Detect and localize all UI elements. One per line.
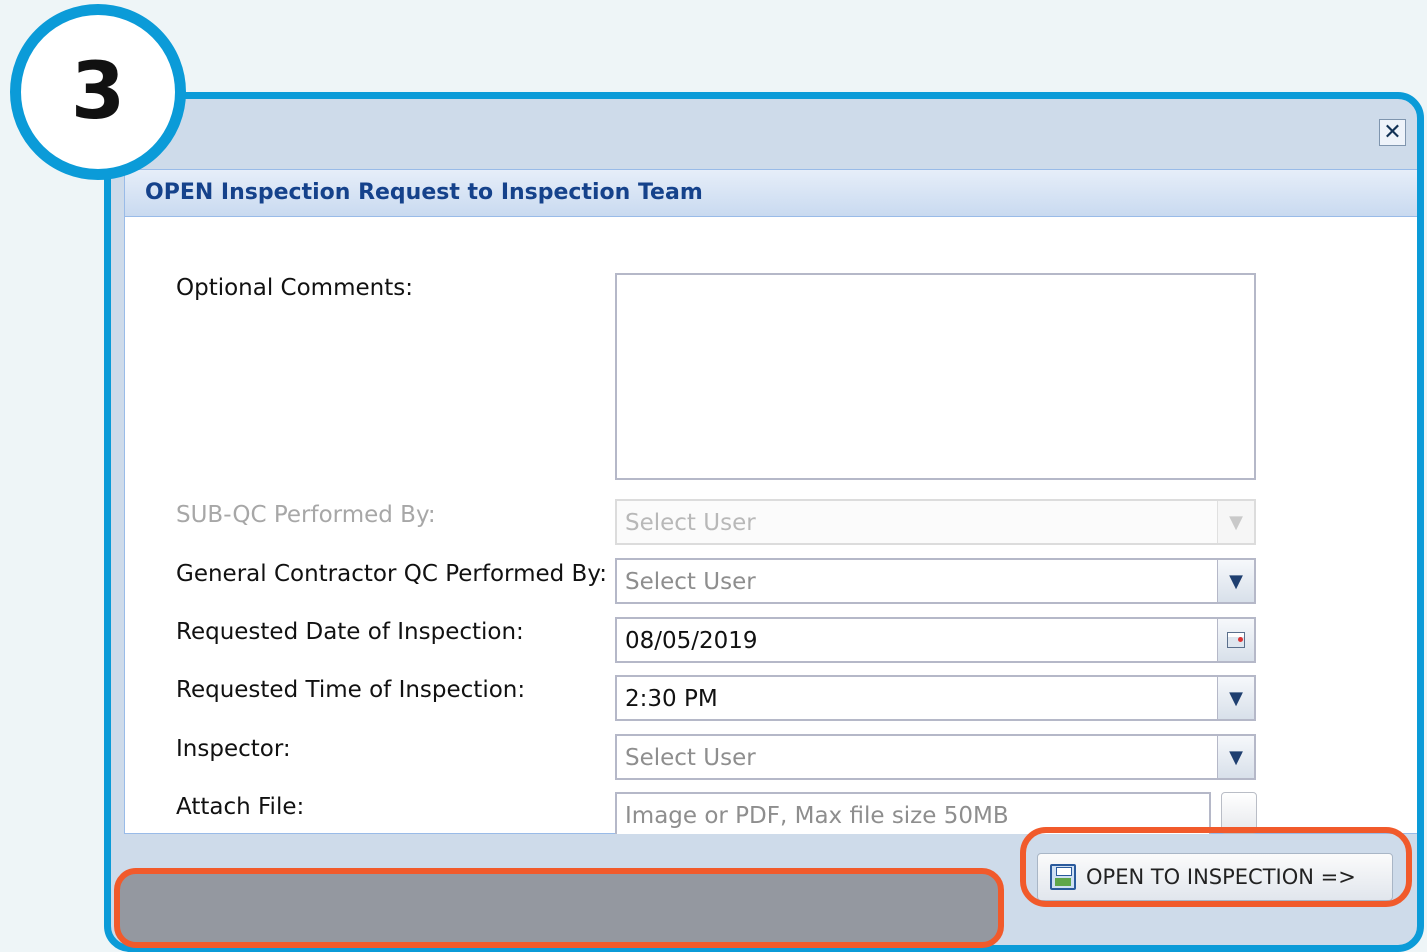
sub-qc-label: SUB-QC Performed By:	[176, 502, 436, 528]
requested-date-label: Requested Date of Inspection:	[176, 619, 524, 645]
requested-date-field[interactable]: 08/05/2019	[615, 617, 1256, 663]
step-number-badge: 3	[10, 4, 186, 180]
gc-qc-placeholder: Select User	[625, 569, 756, 595]
attach-file-label: Attach File:	[176, 794, 305, 820]
gc-qc-label: General Contractor QC Performed By:	[176, 561, 608, 587]
form-panel: Optional Comments: SUB-QC Performed By: …	[124, 216, 1417, 838]
attach-file-placeholder: Image or PDF, Max file size 50MB	[625, 803, 1009, 829]
chevron-down-icon[interactable]: ▼	[1217, 677, 1254, 719]
close-icon[interactable]: ✕	[1379, 119, 1406, 146]
chevron-down-icon[interactable]: ▼	[1217, 736, 1254, 778]
requested-time-label: Requested Time of Inspection:	[176, 677, 526, 703]
optional-comments-textarea[interactable]	[615, 273, 1256, 480]
requested-date-value: 08/05/2019	[625, 628, 758, 654]
calendar-icon	[1227, 632, 1245, 648]
chevron-down-icon: ▼	[1217, 501, 1254, 543]
gc-qc-select[interactable]: Select User ▼	[615, 558, 1256, 604]
inspector-select[interactable]: Select User ▼	[615, 734, 1256, 780]
optional-comments-label: Optional Comments:	[176, 275, 413, 301]
sub-qc-placeholder: Select User	[625, 510, 756, 536]
button-highlight-outline	[1020, 827, 1412, 907]
dialog-title: OPEN Inspection Request to Inspection Te…	[124, 169, 1417, 217]
inspector-label: Inspector:	[176, 736, 291, 762]
requested-time-value: 2:30 PM	[625, 686, 718, 712]
requested-time-select[interactable]: 2:30 PM ▼	[615, 675, 1256, 721]
calendar-trigger[interactable]	[1217, 619, 1254, 661]
bottom-highlight-box	[114, 868, 1004, 948]
sub-qc-select: Select User ▼	[615, 499, 1256, 545]
chevron-down-icon[interactable]: ▼	[1217, 560, 1254, 602]
inspector-placeholder: Select User	[625, 745, 756, 771]
inspection-dialog: ✕ OPEN Inspection Request to Inspection …	[104, 92, 1424, 952]
